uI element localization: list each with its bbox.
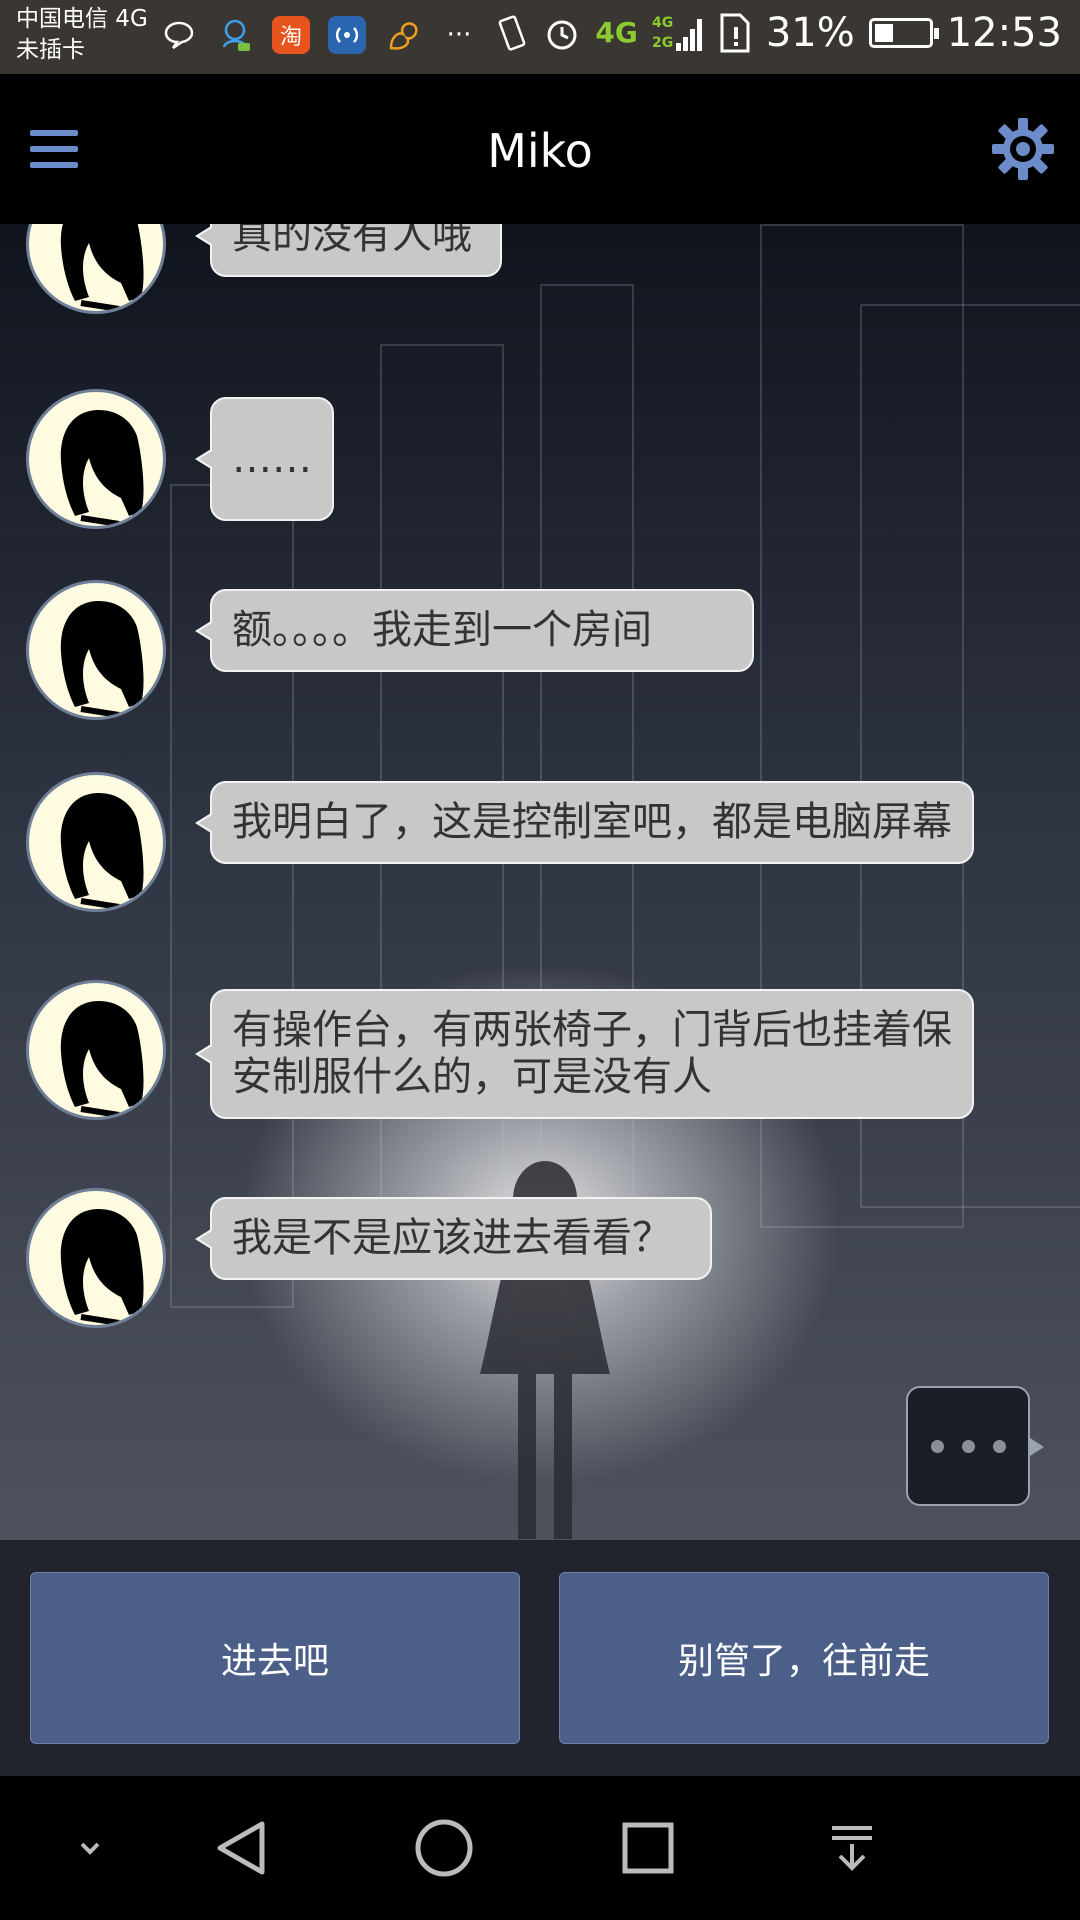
notification-pull-icon[interactable] [816,1812,888,1884]
chat-bubble: 额。。。。我走到一个房间 [195,589,754,672]
choice-button-enter[interactable]: 进去吧 [30,1572,520,1744]
vibrate-icon [499,15,526,51]
more-label: ··· [446,20,472,50]
battery-icon [868,18,939,48]
more-icon: ··· [440,16,478,54]
qq-icon [216,16,254,54]
app-bar: Miko [0,74,1080,224]
avatar [26,389,166,529]
svg-text:2G: 2G [652,35,673,51]
choice-panel: 进去吧 别管了，往前走 [0,1540,1080,1776]
taobao-icon: 淘 [272,16,310,54]
chat-area[interactable]: 真的没有人哦 …… 额。。。。我走到一个房间 我明白了，这是控制室吧，都是电脑屏… [0,224,1080,1540]
squirrel-icon [384,16,422,54]
taobao-label: 淘 [279,25,302,50]
recents-icon[interactable] [612,1812,684,1884]
chat-bubble-icon [160,16,198,54]
sim-status: 未插卡 [16,37,85,63]
signal-icon: 4G2G [652,15,702,51]
alarm-icon [547,20,577,50]
avatar [26,772,166,912]
network-4g-icon: 4G [595,16,638,49]
typing-indicator [906,1386,1044,1506]
navigation-bar [0,1776,1080,1920]
avatar [26,1188,166,1328]
chat-bubble: …… [195,397,334,521]
clock: 12:53 [946,10,1062,56]
chat-bubble: 我是不是应该进去看看？ [195,1197,712,1280]
gear-icon[interactable] [990,116,1056,182]
chevron-down-icon[interactable] [54,1812,126,1884]
chat-bubble: 我明白了，这是控制室吧，都是电脑屏幕 [195,781,974,864]
home-icon[interactable] [408,1812,480,1884]
sim-icon [720,13,750,53]
chat-bubble: 真的没有人哦 [195,224,502,277]
status-bar: 中国电信 4G 未插卡 淘 ··· 4G 4G 2G 31% 12:53 [0,0,1080,74]
back-icon[interactable] [206,1812,278,1884]
choice-button-move-on[interactable]: 别管了，往前走 [559,1572,1049,1744]
avatar [26,224,166,314]
avatar [26,980,166,1120]
chat-bubble: 有操作台，有两张椅子，门背后也挂着保安制服什么的，可是没有人 [195,989,974,1119]
carrier-info: 中国电信 4G 未插卡 [16,4,148,66]
svg-text:4G: 4G [652,15,673,31]
wifi-signal-icon [328,16,366,54]
system-status: 4G 4G 2G 31% 12:53 [495,10,1062,56]
battery-percent: 31% [765,10,855,56]
carrier-name: 中国电信 4G [16,6,148,32]
notification-icons: 淘 ··· [160,16,478,54]
page-title: Miko [487,124,593,178]
avatar [26,580,166,720]
